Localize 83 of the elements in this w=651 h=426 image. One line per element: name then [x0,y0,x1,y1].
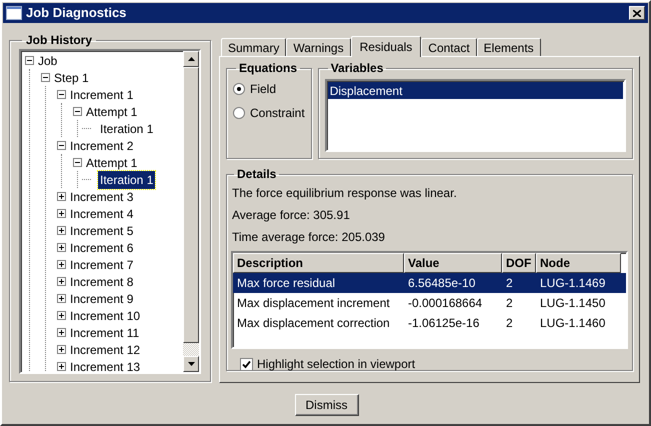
table-cell-text: LUG-1.1450 [539,295,606,312]
tree-item[interactable]: Increment 7 [68,256,136,274]
detail-text: The force equilibrium response was linear. [232,185,458,199]
dismiss-button[interactable]: Dismiss [294,394,358,416]
table-cell-text: Max force residual [236,275,336,292]
tree-item[interactable]: Increment 11 [68,324,142,342]
list-item[interactable]: Displacement [328,82,623,99]
collapse-icon[interactable] [25,56,34,65]
column-header[interactable]: Node [536,253,621,273]
tab[interactable]: Elements [476,38,541,56]
tree-item[interactable]: Increment 5 [68,222,136,240]
tree-item[interactable]: Increment 1 [68,86,136,104]
expand-icon[interactable] [57,345,66,354]
radio-label[interactable]: Field [250,80,276,98]
tree-item[interactable]: Attempt 1 [84,154,140,172]
tree-item[interactable]: Iteration 1 [98,170,156,188]
group-title: Variables [330,60,384,77]
group-title: Job History [25,32,94,49]
column-header[interactable]: DOF [502,253,536,273]
radio-label[interactable]: Constraint [250,104,305,122]
tree-item[interactable]: Increment 6 [68,238,136,256]
expand-icon[interactable] [57,226,66,235]
expand-icon[interactable] [57,243,66,252]
radio-button[interactable] [233,107,245,119]
scroll-up-button[interactable] [183,51,199,67]
table-cell-text: Max displacement correction [236,315,391,332]
table-cell-text: 2 [505,295,514,312]
expand-icon[interactable] [57,294,66,303]
checkbox-label[interactable]: Highlight selection in viewport [257,355,416,373]
column-header[interactable]: Value [404,253,502,273]
tree-item[interactable]: Increment 3 [68,188,136,206]
window-icon [6,6,22,20]
table-cell-text: LUG-1.1469 [539,275,606,292]
tree-item[interactable]: Increment 8 [68,272,136,290]
tree-item[interactable]: Iteration 1 [98,120,156,138]
collapse-icon[interactable] [73,158,82,167]
collapse-icon[interactable] [73,107,82,116]
tree-item[interactable]: Step 1 [52,68,91,86]
tree-item[interactable]: Attempt 1 [84,102,140,120]
window-title: Job Diagnostics [26,4,128,22]
tab[interactable]: Warnings [286,38,351,56]
tree-item[interactable]: Job [36,52,60,70]
expand-icon[interactable] [57,328,66,337]
scroll-down-button[interactable] [183,356,199,372]
checkbox[interactable] [240,358,253,370]
close-button[interactable] [629,6,645,20]
group-title: Details [236,166,278,183]
collapse-icon[interactable] [57,141,66,150]
tree-item[interactable]: Increment 13 [68,358,142,372]
tree-item[interactable]: Increment 2 [68,136,136,154]
expand-icon[interactable] [57,311,66,320]
table-cell-text: LUG-1.1460 [539,315,606,332]
detail-text: Average force: 305.91 [232,207,351,221]
up-arrow-icon [188,57,194,61]
table-row[interactable]: Max force residual 6.56485e-10 2 LUG-1.1469 [233,273,626,293]
column-header[interactable]: Description [233,253,404,273]
tab[interactable]: Contact [421,38,477,56]
table-row[interactable]: Max displacement correction -1.06125e-16 2 LUG-1.1460 [233,313,626,333]
tree-item[interactable]: Increment 12 [68,340,142,358]
collapse-icon[interactable] [57,90,66,99]
tab[interactable]: Summary [221,38,286,56]
table-cell-text: 2 [505,315,514,332]
detail-text: Time average force: 205.039 [232,229,386,243]
table-cell-text: Max displacement increment [236,295,391,312]
table-cell-text: -0.000168664 [407,295,484,312]
tree-item[interactable]: Increment 9 [68,290,136,308]
collapse-icon[interactable] [41,73,50,82]
table-cell-text: -1.06125e-16 [407,315,480,332]
table-cell-text: 2 [505,275,514,292]
down-arrow-icon [188,362,194,366]
tree-item[interactable]: Increment 10 [68,306,142,324]
expand-icon[interactable] [57,209,66,218]
tab[interactable]: Residuals [350,36,422,57]
radio-button[interactable] [233,83,245,95]
expand-icon[interactable] [57,362,66,371]
expand-icon[interactable] [57,260,66,269]
expand-icon[interactable] [57,192,66,201]
table-row[interactable]: Max displacement increment -0.000168664 2 LUG-1.1450 [233,293,626,313]
tree-item[interactable]: Increment 4 [68,204,136,222]
group-title: Equations [238,60,298,77]
close-icon [633,10,641,16]
expand-icon[interactable] [57,277,66,286]
table-cell-text: 6.56485e-10 [407,275,476,292]
